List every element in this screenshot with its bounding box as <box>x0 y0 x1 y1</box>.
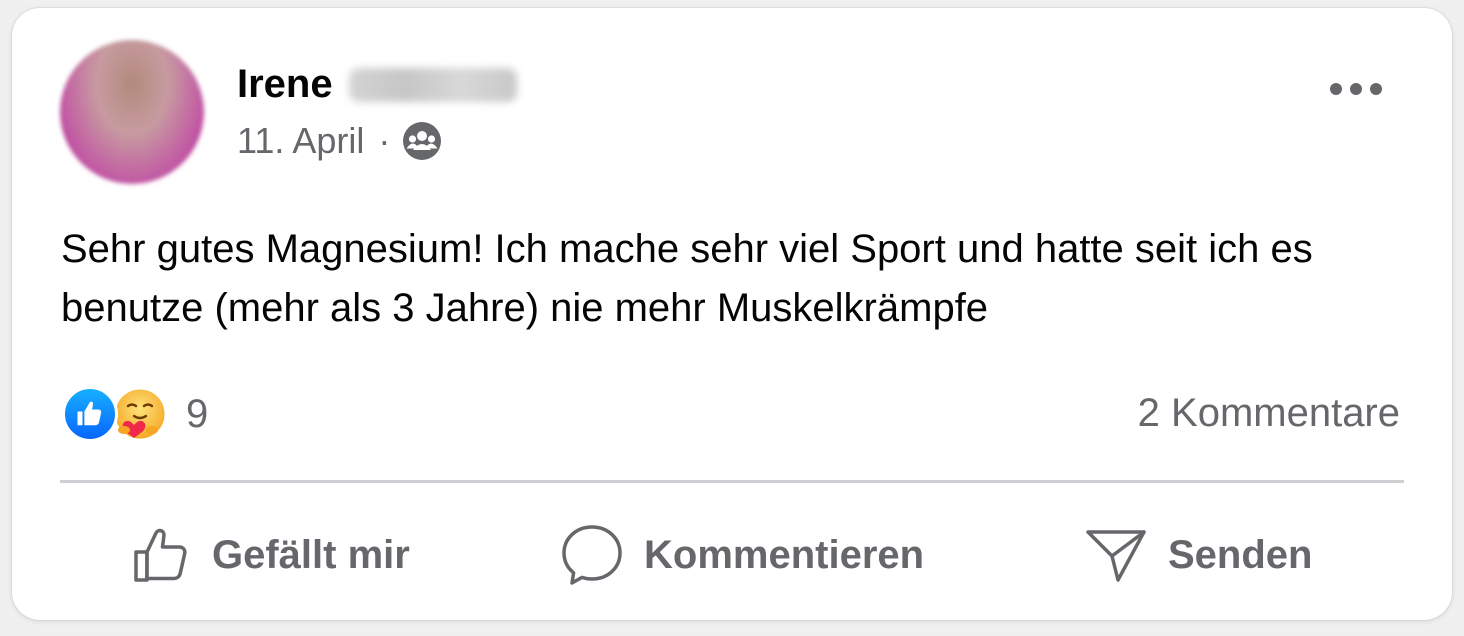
comment-button[interactable]: Kommentieren <box>560 522 924 588</box>
send-icon <box>1084 524 1168 586</box>
avatar[interactable] <box>60 40 204 184</box>
post-meta: 11. April · <box>237 120 442 162</box>
reaction-count: 9 <box>186 391 209 436</box>
care-reaction-icon <box>112 386 168 442</box>
like-button[interactable]: Gefällt mir <box>130 522 410 588</box>
post-card: Irene 11. April · Sehr gutes Magnesium! … <box>12 8 1452 620</box>
reactions-summary[interactable]: 9 <box>62 386 208 442</box>
thumbs-up-icon <box>130 524 212 586</box>
divider <box>60 480 1404 483</box>
author-last-name-blurred <box>348 67 517 102</box>
meta-separator: · <box>378 120 391 161</box>
author-name[interactable]: Irene <box>237 62 517 107</box>
send-button[interactable]: Senden <box>1084 522 1312 588</box>
friends-group-icon[interactable] <box>402 121 442 161</box>
post-text: Sehr gutes Magnesium! Ich mache sehr vie… <box>61 227 1313 330</box>
comments-count-link[interactable]: 2 Kommentare <box>1138 391 1400 436</box>
comment-button-label: Kommentieren <box>644 532 925 577</box>
post-date[interactable]: 11. April <box>237 120 364 162</box>
like-reaction-icon <box>62 386 118 442</box>
more-options-icon[interactable] <box>1330 74 1382 104</box>
like-button-label: Gefällt mir <box>212 532 410 577</box>
author-first-name[interactable]: Irene <box>237 62 333 107</box>
comment-bubble-icon <box>560 523 644 587</box>
send-button-label: Senden <box>1168 532 1313 577</box>
